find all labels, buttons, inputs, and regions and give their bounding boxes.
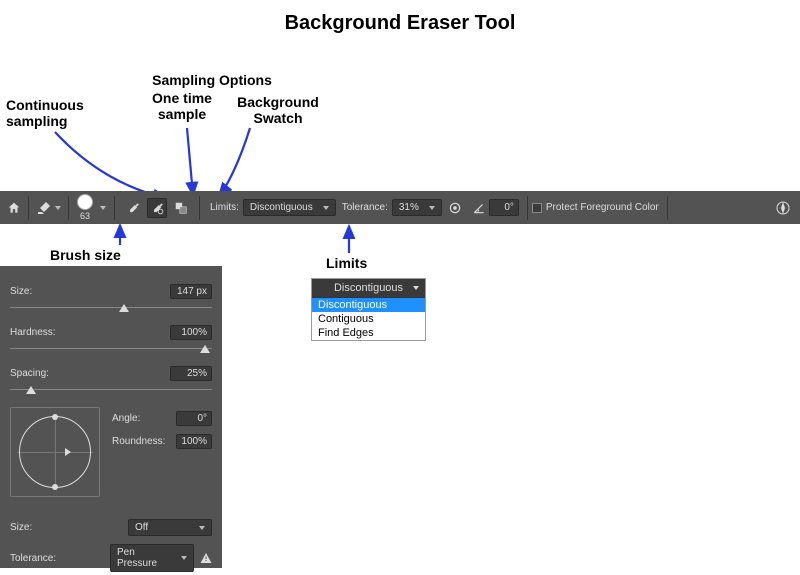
chevron-down-icon: [199, 526, 205, 530]
protect-fg-label: Protect Foreground Color: [546, 202, 659, 213]
limits-popup: Discontiguous Discontiguous Contiguous F…: [311, 278, 426, 341]
brush-preset-picker[interactable]: 63: [73, 194, 97, 221]
limits-option-discontiguous[interactable]: Discontiguous: [312, 298, 425, 312]
chevron-down-icon: [429, 206, 435, 210]
annot-bg-swatch: BackgroundSwatch: [228, 94, 328, 126]
brush-angle-input[interactable]: [176, 411, 212, 426]
annot-brush-size: Brush size: [50, 247, 121, 263]
spacing-input[interactable]: [170, 366, 212, 381]
page-title: Background Eraser Tool: [0, 12, 800, 35]
angle-label: Angle:: [112, 413, 140, 424]
warning-icon: [200, 552, 212, 564]
annot-one-time: One timesample: [142, 90, 222, 122]
tolerance-dropdown[interactable]: 31%: [392, 199, 442, 216]
brush-shape-editor[interactable]: [10, 407, 100, 497]
tolerance-label: Tolerance:: [342, 202, 388, 213]
use-pressure-size-button[interactable]: [772, 197, 794, 219]
size-label: Size:: [10, 286, 32, 297]
hardness-input[interactable]: [170, 325, 212, 340]
tolerance-jitter-value: Pen Pressure: [117, 547, 172, 569]
swatch-icon: [174, 201, 188, 215]
chevron-down-icon: [413, 286, 419, 290]
sampling-bg-swatch-button[interactable]: [171, 198, 191, 218]
tolerance-jitter-dropdown[interactable]: Pen Pressure: [110, 544, 194, 572]
home-button[interactable]: [4, 198, 24, 218]
chevron-down-icon[interactable]: [100, 206, 106, 210]
tolerance-jitter-label: Tolerance:: [10, 553, 56, 564]
size-jitter-label: Size:: [10, 522, 32, 533]
roundness-input[interactable]: [176, 434, 212, 449]
annot-limits: Limits: [326, 255, 367, 271]
eyedropper-once-icon: [150, 201, 164, 215]
use-pressure-button[interactable]: [445, 198, 465, 218]
annot-sampling-options: Sampling Options: [142, 72, 282, 88]
tolerance-value: 31%: [399, 202, 419, 213]
hardness-label: Hardness:: [10, 327, 56, 338]
pressure-icon: [448, 201, 462, 215]
limits-label: Limits:: [210, 202, 239, 213]
sampling-group: [123, 198, 191, 218]
options-toolbar: 63 Limits: Discontiguous Tolerance: 31% …: [0, 191, 800, 224]
sampling-once-button[interactable]: [147, 198, 167, 218]
brush-size-label: 63: [80, 211, 90, 221]
limits-option-contiguous[interactable]: Contiguous: [312, 312, 425, 326]
spacing-label: Spacing:: [10, 368, 49, 379]
chevron-down-icon: [181, 556, 187, 560]
brush-preview-icon: [77, 194, 93, 210]
hardness-slider[interactable]: [10, 342, 212, 356]
spacing-slider[interactable]: [10, 383, 212, 397]
limits-popup-selected[interactable]: Discontiguous: [312, 279, 425, 298]
limits-popup-header-text: Discontiguous: [334, 282, 403, 294]
eraser-icon: [36, 200, 52, 216]
limits-dropdown[interactable]: Discontiguous: [243, 199, 336, 216]
sampling-continuous-button[interactable]: [123, 198, 143, 218]
size-slider[interactable]: [10, 301, 212, 315]
annot-continuous: Continuoussampling: [6, 97, 84, 129]
angle-icon: [472, 201, 486, 215]
size-jitter-value: Off: [135, 522, 148, 533]
eyedropper-continuous-icon: [126, 201, 140, 215]
angle-input[interactable]: [489, 199, 519, 216]
protect-fg-checkbox[interactable]: [532, 203, 542, 213]
angle-button[interactable]: [469, 198, 489, 218]
tool-preset-picker[interactable]: [33, 197, 64, 219]
roundness-label: Roundness:: [112, 436, 165, 447]
chevron-down-icon: [55, 206, 61, 210]
limits-option-find-edges[interactable]: Find Edges: [312, 326, 425, 340]
home-icon: [7, 201, 21, 215]
size-jitter-dropdown[interactable]: Off: [128, 519, 212, 536]
chevron-down-icon: [323, 206, 329, 210]
limits-value: Discontiguous: [250, 202, 313, 213]
pressure-size-icon: [775, 200, 791, 216]
size-input[interactable]: [170, 284, 212, 299]
brush-settings-panel: Size: Hardness: Spacing: Angle: Roundnes…: [0, 266, 222, 568]
